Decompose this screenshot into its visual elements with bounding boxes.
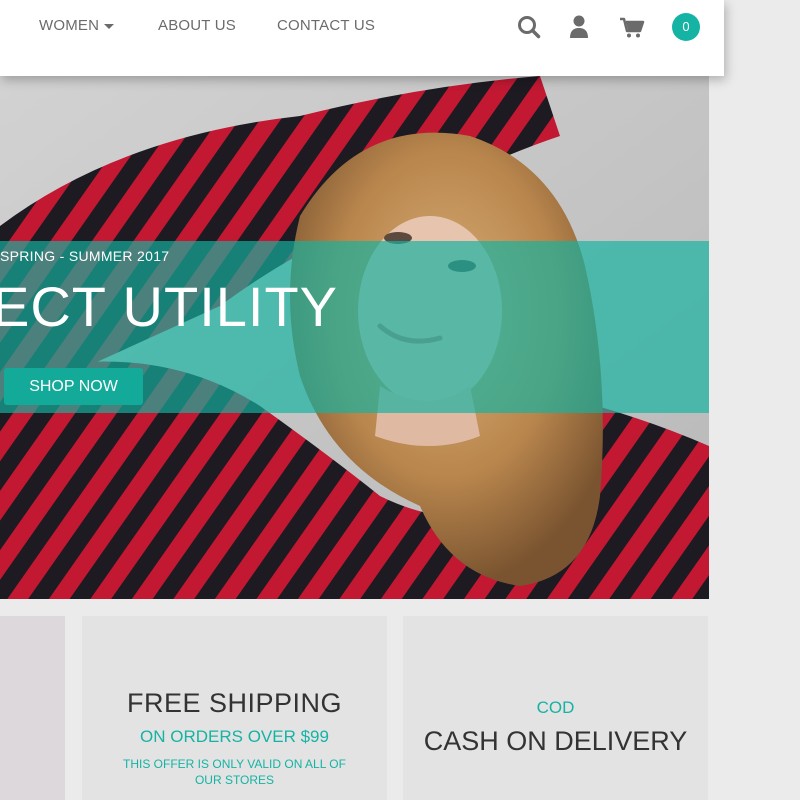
feature-card-partial	[0, 616, 65, 800]
free-shipping-title: FREE SHIPPING	[126, 688, 343, 718]
free-shipping-subtitle: ON ORDERS OVER $99	[140, 727, 329, 746]
nav-women[interactable]: WOMEN	[39, 17, 115, 34]
page-background	[724, 0, 800, 800]
user-icon[interactable]	[568, 14, 590, 45]
cod-label: COD	[536, 698, 575, 717]
hero-season-label: SPRING - SUMMER 2017	[0, 248, 170, 264]
cart-icon[interactable]	[619, 14, 645, 45]
hero-banner: SPRING - SUMMER 2017 ECT UTILITY SHOP NO…	[0, 76, 709, 599]
nav-women-label: WOMEN	[39, 17, 100, 34]
hero-title: ECT UTILITY	[0, 275, 339, 338]
site-header: WOMEN ABOUT US CONTACT US 0	[0, 0, 724, 76]
shop-now-button[interactable]: SHOP NOW	[4, 368, 143, 405]
free-shipping-card: FREE SHIPPING ON ORDERS OVER $99 THIS OF…	[82, 616, 387, 800]
cod-card: COD CASH ON DELIVERY	[403, 616, 708, 800]
search-icon[interactable]	[516, 14, 542, 45]
cart-count-badge[interactable]: 0	[672, 13, 700, 41]
nav-contact-us[interactable]: CONTACT US	[277, 17, 375, 34]
caret-down-icon	[104, 23, 115, 29]
nav-about-us[interactable]: ABOUT US	[158, 17, 236, 34]
free-shipping-note: THIS OFFER IS ONLY VALID ON ALL OF OUR S…	[123, 757, 346, 787]
cod-title: CASH ON DELIVERY	[423, 726, 688, 756]
